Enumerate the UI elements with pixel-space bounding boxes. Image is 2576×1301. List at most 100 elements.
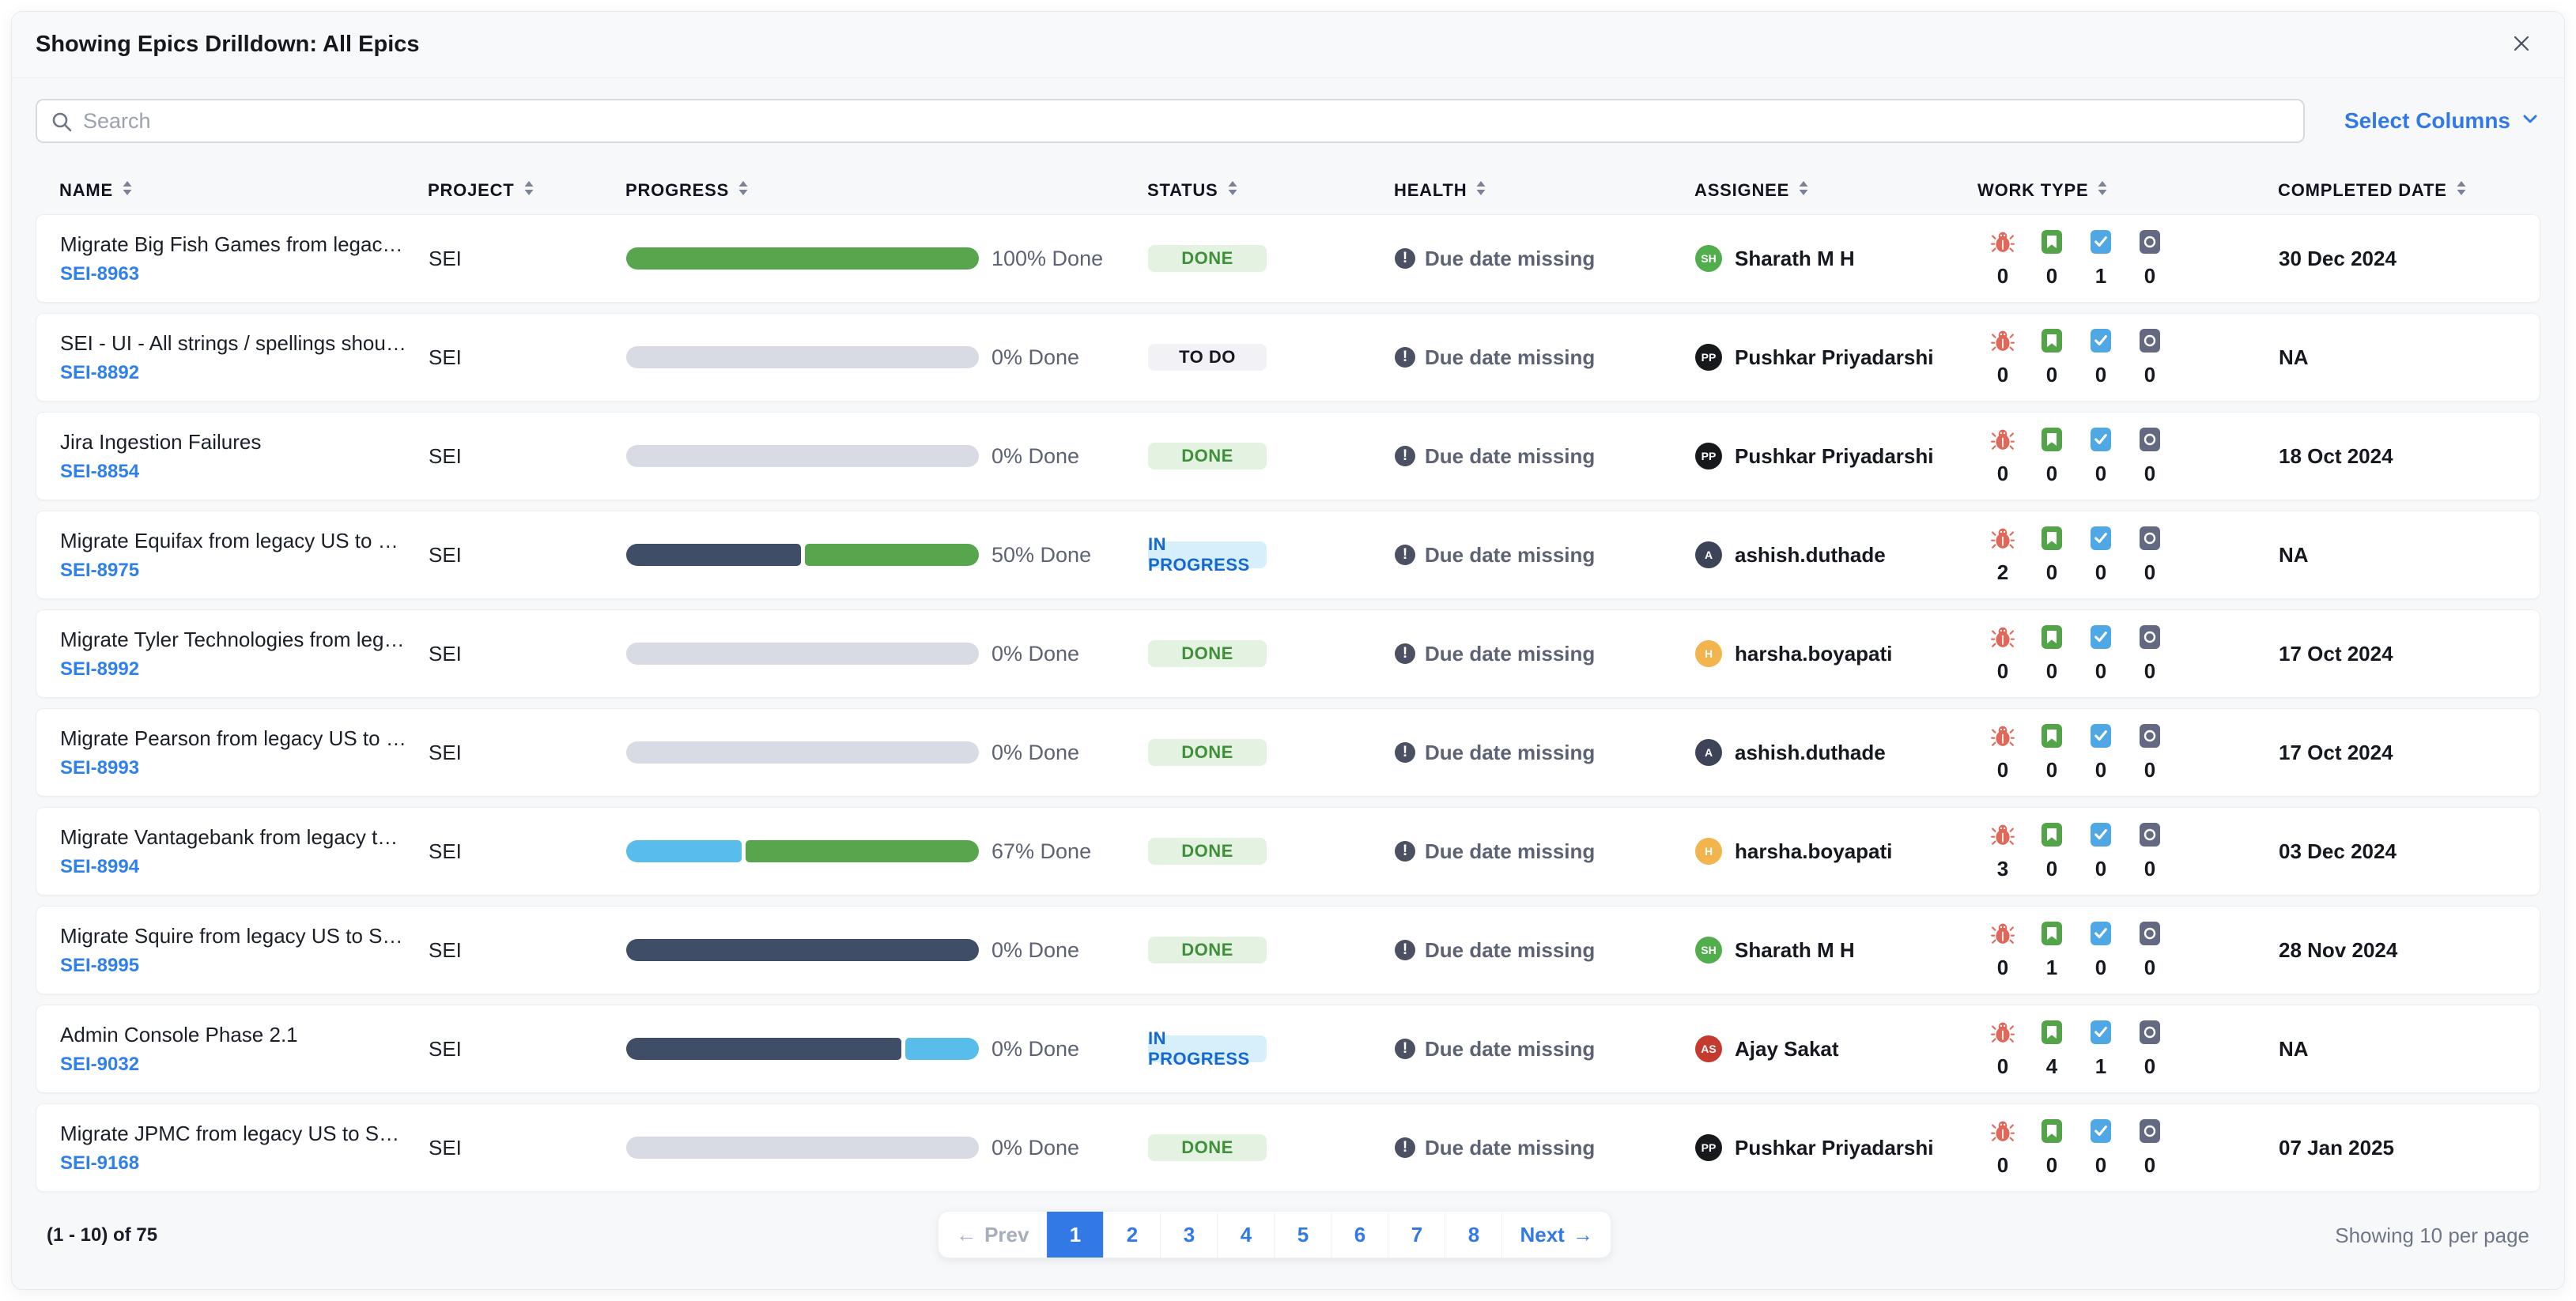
health-label: Due date missing xyxy=(1425,740,1596,764)
next-page-button[interactable]: Next → xyxy=(1502,1212,1611,1258)
page-button-1[interactable]: 1 xyxy=(1047,1212,1105,1258)
pagination: ← Prev 1 2 3 4 5 6 7 8 Next → xyxy=(938,1211,1611,1258)
sort-icon[interactable] xyxy=(2096,179,2109,202)
progress-cell: 0% Done xyxy=(626,938,1148,963)
completed-date-cell: 30 Dec 2024 xyxy=(2279,246,2397,270)
epic-id-link[interactable]: SEI-8963 xyxy=(60,263,429,285)
column-header-label: Project xyxy=(428,180,515,200)
toolbar: Select Columns xyxy=(36,99,2540,143)
prev-page-button[interactable]: ← Prev xyxy=(939,1212,1048,1258)
task-icon xyxy=(2091,822,2111,847)
sort-icon[interactable] xyxy=(2455,179,2468,202)
page-button-6[interactable]: 6 xyxy=(1331,1212,1389,1258)
column-header-completed-date[interactable]: Completed Date xyxy=(2278,179,2540,202)
epic-id-link[interactable]: SEI-8995 xyxy=(60,955,429,977)
story-icon xyxy=(2042,921,2062,946)
bug-icon xyxy=(1991,526,2015,551)
close-button[interactable] xyxy=(2506,29,2537,61)
sort-icon[interactable] xyxy=(523,179,535,202)
column-header-project[interactable]: Project xyxy=(428,179,625,202)
work-type-item: 0 xyxy=(2076,427,2125,486)
epic-id-link[interactable]: SEI-8892 xyxy=(60,362,429,384)
status-badge: DONE xyxy=(1148,640,1267,667)
epic-id-link[interactable]: SEI-8993 xyxy=(60,757,429,779)
sort-icon[interactable] xyxy=(737,179,750,202)
sort-icon[interactable] xyxy=(1226,179,1239,202)
table-row: Migrate Pearson from legacy US to SEI on… xyxy=(36,708,2540,797)
epic-id-link[interactable]: SEI-8975 xyxy=(60,560,429,582)
exclamation-icon: ! xyxy=(1395,545,1415,565)
table-row: SEI - UI - All strings / spellings shoul… xyxy=(36,313,2540,402)
page-button-3[interactable]: 3 xyxy=(1161,1212,1218,1258)
story-icon xyxy=(2042,427,2062,452)
progress-label: 0% Done xyxy=(991,443,1080,468)
sort-icon[interactable] xyxy=(121,179,134,202)
bug-icon xyxy=(1991,921,2015,946)
exclamation-icon: ! xyxy=(1395,841,1415,862)
assignee-name: Pushkar Priyadarshi xyxy=(1735,1135,1934,1160)
epic-name: Migrate JPMC from legacy US to SEI on Ha… xyxy=(60,1121,408,1145)
work-type-item: 3 xyxy=(1978,822,2027,881)
work-type-item: 0 xyxy=(2076,1118,2125,1178)
work-type-item: 0 xyxy=(2076,723,2125,782)
status-cell: IN PROGRESS xyxy=(1148,534,1395,575)
project-cell: SEI xyxy=(429,740,462,764)
table-row: Migrate Tyler Technologies from legacy U… xyxy=(36,609,2540,698)
column-header-label: Name xyxy=(59,180,113,200)
work-type-item: 0 xyxy=(2027,723,2076,782)
page-button-7[interactable]: 7 xyxy=(1388,1212,1446,1258)
epic-name-cell: Migrate Vantagebank from legacy to SEI o… xyxy=(60,825,429,878)
bug-icon xyxy=(1991,229,2015,255)
epic-id-link[interactable]: SEI-8854 xyxy=(60,461,429,483)
work-type-item: 0 xyxy=(1978,427,2027,486)
work-type-count: 0 xyxy=(2144,955,2156,979)
epic-id-link[interactable]: SEI-9168 xyxy=(60,1152,429,1175)
work-type-item: 0 xyxy=(2076,624,2125,684)
story-icon xyxy=(2042,624,2062,650)
work-type-count: 0 xyxy=(2094,362,2107,387)
search-input[interactable] xyxy=(36,99,2305,143)
avatar: A xyxy=(1695,739,1722,766)
progress-segment xyxy=(626,1038,902,1060)
work-type-item: 0 xyxy=(2125,427,2174,486)
page-button-2[interactable]: 2 xyxy=(1104,1212,1161,1258)
column-header-assignee[interactable]: Assignee xyxy=(1694,179,1977,202)
task-icon xyxy=(2091,328,2111,353)
work-type-count: 0 xyxy=(2144,263,2156,288)
sort-icon[interactable] xyxy=(1475,179,1487,202)
sort-icon[interactable] xyxy=(1797,179,1810,202)
work-type-count: 0 xyxy=(2094,461,2107,485)
completed-date-cell: 17 Oct 2024 xyxy=(2279,740,2393,764)
column-header-health[interactable]: Health xyxy=(1394,179,1694,202)
status-badge: DONE xyxy=(1148,937,1267,963)
page-button-8[interactable]: 8 xyxy=(1445,1212,1503,1258)
page-button-4[interactable]: 4 xyxy=(1218,1212,1275,1258)
epic-id-link[interactable]: SEI-8992 xyxy=(60,658,429,681)
status-badge: DONE xyxy=(1148,739,1267,766)
epic-name: Jira Ingestion Failures xyxy=(60,429,262,454)
select-columns-button[interactable]: Select Columns xyxy=(2344,108,2540,134)
work-type-item: 0 xyxy=(1978,229,2027,288)
progress-cell: 50% Done xyxy=(626,543,1148,568)
page-button-5[interactable]: 5 xyxy=(1275,1212,1332,1258)
progress-bar xyxy=(626,840,979,862)
column-header-label: Assignee xyxy=(1694,180,1790,200)
completed-date-cell: 28 Nov 2024 xyxy=(2279,937,2398,962)
column-header-work-type[interactable]: Work Type xyxy=(1977,179,2278,202)
per-page-label: Showing 10 per page xyxy=(2335,1223,2529,1247)
table-row: Migrate Big Fish Games from legacy US to… xyxy=(36,214,2540,303)
arrow-left-icon: ← xyxy=(956,1222,977,1246)
work-type-item: 0 xyxy=(1978,1118,2027,1178)
exclamation-icon: ! xyxy=(1395,1137,1415,1158)
work-type-count: 0 xyxy=(1996,461,2009,485)
epic-id-link[interactable]: SEI-8994 xyxy=(60,856,429,878)
column-header-status[interactable]: Status xyxy=(1147,179,1394,202)
assignee-cell: PP Pushkar Priyadarshi xyxy=(1695,344,1978,371)
column-header-name[interactable]: Name xyxy=(59,179,428,202)
progress-cell: 67% Done xyxy=(626,839,1148,864)
column-header-label: Progress xyxy=(625,180,730,200)
epic-id-link[interactable]: SEI-9032 xyxy=(60,1054,429,1076)
column-header-progress[interactable]: Progress xyxy=(625,179,1147,202)
work-type-count: 0 xyxy=(2094,757,2107,782)
progress-cell: 0% Done xyxy=(626,642,1148,666)
